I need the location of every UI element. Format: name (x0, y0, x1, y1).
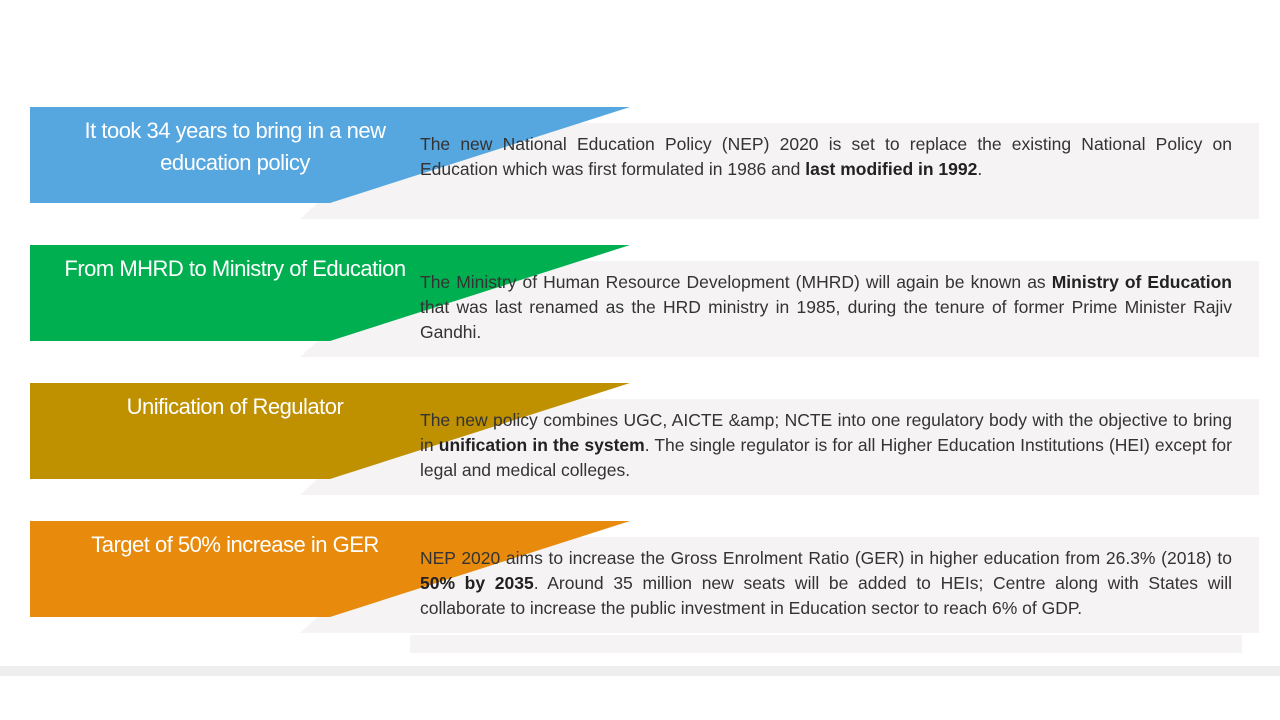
policy-row-1: It took 34 years to bring in a new educa… (0, 107, 1280, 227)
description-segment: . Around 35 million new seats will be ad… (420, 573, 1232, 618)
description-text: The new National Education Policy (NEP) … (420, 132, 1232, 182)
description-segment: that was last renamed as the HRD ministr… (420, 297, 1232, 342)
description-highlight: last modified in 1992 (805, 159, 978, 179)
description-text: The Ministry of Human Resource Developme… (420, 270, 1232, 345)
footer-divider (0, 666, 1280, 676)
description-highlight: unification in the system (438, 435, 645, 455)
description-highlight: Ministry of Education (1051, 272, 1232, 292)
description-segment: The Ministry of Human Resource Developme… (420, 272, 1052, 292)
banner-title: It took 34 years to bring in a new educa… (84, 118, 386, 175)
banner-title: Target of 50% increase in GER (91, 532, 379, 557)
description-text: NEP 2020 aims to increase the Gross Enro… (420, 546, 1232, 621)
description-segment: . (977, 159, 983, 179)
description-highlight: 50% by 2035 (420, 573, 534, 593)
description-segment: NEP 2020 aims to increase the Gross Enro… (420, 548, 1232, 568)
slide: It took 34 years to bring in a new educa… (0, 0, 1280, 720)
description-panel-extension (410, 635, 1242, 653)
description-text: The new policy combines UGC, AICTE &amp;… (420, 408, 1232, 483)
policy-row-4: Target of 50% increase in GER NEP 2020 a… (0, 521, 1280, 653)
policy-row-2: From MHRD to Ministry of Education The M… (0, 245, 1280, 365)
banner-title: Unification of Regulator (126, 394, 344, 419)
banner-title: From MHRD to Ministry of Education (64, 256, 406, 281)
policy-row-3: Unification of Regulator The new policy … (0, 383, 1280, 503)
